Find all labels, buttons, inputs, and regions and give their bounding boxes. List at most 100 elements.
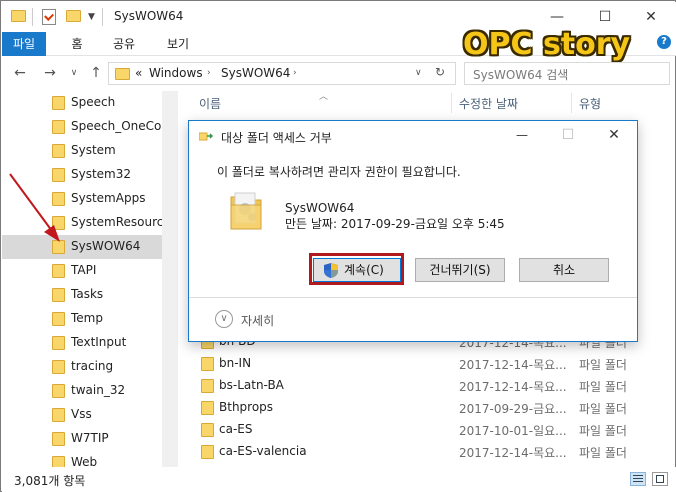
details-view-icon[interactable] xyxy=(630,472,646,486)
large-folder-icon xyxy=(230,192,262,230)
tab-home[interactable]: 홈 xyxy=(62,32,92,56)
sidebar-item[interactable]: TAPI xyxy=(2,259,162,283)
sidebar-item-label: Tasks xyxy=(71,287,104,301)
chevron-right-icon[interactable]: › xyxy=(207,68,211,78)
sidebar-item-label: Web xyxy=(71,455,98,467)
divider xyxy=(32,8,33,26)
sidebar-item[interactable]: SysWOW64 xyxy=(2,235,162,259)
column-separator[interactable] xyxy=(451,93,452,113)
properties-icon[interactable] xyxy=(42,9,56,25)
sidebar-item[interactable]: Vss xyxy=(2,403,162,427)
folder-icon xyxy=(115,68,130,80)
uac-shield-icon xyxy=(324,263,338,278)
address-bar[interactable]: « Windows › SysWOW64 › ∨ ↻ xyxy=(108,62,456,85)
folder-icon xyxy=(201,379,214,393)
cancel-button[interactable]: 취소 xyxy=(519,258,609,282)
folder-icon xyxy=(52,144,65,158)
sidebar-item[interactable]: Tasks xyxy=(2,283,162,307)
sidebar-item[interactable]: System xyxy=(2,139,162,163)
file-row[interactable]: bs-Latn-BA 2017-12-14-목요... 파일 폴더 xyxy=(179,375,675,397)
continue-button[interactable]: 계속(C) xyxy=(313,258,401,282)
folder-icon xyxy=(52,288,65,302)
sidebar-item[interactable]: Web xyxy=(2,451,162,467)
sidebar-item-label: TextInput xyxy=(71,335,127,349)
file-row[interactable]: ca-ES 2017-10-01-일요... 파일 폴더 xyxy=(179,419,675,441)
back-button[interactable]: ← xyxy=(10,63,30,83)
folder-icon xyxy=(52,456,65,467)
sidebar-item-label: Speech_OneCore xyxy=(71,119,162,133)
sidebar-item[interactable]: Temp xyxy=(2,307,162,331)
sidebar-item[interactable]: twain_32 xyxy=(2,379,162,403)
sidebar-item[interactable]: SystemApps xyxy=(2,187,162,211)
sidebar-item[interactable]: tracing xyxy=(2,355,162,379)
search-input[interactable]: SysWOW64 검색 xyxy=(464,62,670,85)
refresh-icon[interactable]: ↻ xyxy=(435,65,445,79)
breadcrumb-windows[interactable]: Windows xyxy=(149,66,203,80)
tab-file[interactable]: 파일 xyxy=(2,32,46,56)
sidebar-item-label: tracing xyxy=(71,359,114,373)
dialog-maximize-button: ☐ xyxy=(561,127,575,143)
continue-button-label: 계속(C) xyxy=(344,263,384,277)
recent-locations-button[interactable]: ∨ xyxy=(64,63,84,83)
dialog-minimize-button[interactable]: — xyxy=(499,121,545,149)
folder-created-date: 만든 날짜: 2017-09-29-금요일 오후 5:45 xyxy=(285,217,505,231)
column-separator[interactable] xyxy=(571,93,572,113)
folder-icon xyxy=(201,445,214,459)
file-date: 2017-09-29-금요... xyxy=(459,402,567,416)
column-type[interactable]: 유형 xyxy=(579,95,601,112)
file-row[interactable]: Bthprops 2017-09-29-금요... 파일 폴더 xyxy=(179,397,675,419)
file-row[interactable]: bn-IN 2017-12-14-목요... 파일 폴더 xyxy=(179,353,675,375)
navigation-pane-scrollbar[interactable] xyxy=(162,91,178,467)
navigation-pane: Speech Speech_OneCore System System32 System… xyxy=(2,91,162,467)
breadcrumb-overflow[interactable]: « xyxy=(135,66,142,80)
sidebar-item-label: System32 xyxy=(71,167,132,181)
address-dropdown-icon[interactable]: ∨ xyxy=(415,68,422,78)
navigation-bar: ← → ∨ ↑ « Windows › SysWOW64 › ∨ ↻ SysWO… xyxy=(2,57,676,91)
folder-icon xyxy=(52,408,65,422)
file-type: 파일 폴더 xyxy=(579,446,627,460)
file-row[interactable]: ca-ES-valencia 2017-12-14-목요... 파일 폴더 xyxy=(179,441,675,463)
sort-ascending-icon: ︿ xyxy=(319,92,329,102)
sidebar-item[interactable]: System32 xyxy=(2,163,162,187)
dialog-divider xyxy=(189,297,637,298)
sidebar-item[interactable]: TextInput xyxy=(2,331,162,355)
folder-icon xyxy=(52,432,65,446)
folder-icon xyxy=(52,216,65,230)
sidebar-item-label: W7TIP xyxy=(71,431,109,445)
sidebar-item[interactable]: Speech xyxy=(2,91,162,115)
sidebar-item[interactable]: SystemResources xyxy=(2,211,162,235)
chevron-down-icon[interactable]: ∨ xyxy=(215,310,233,328)
up-button[interactable]: ↑ xyxy=(86,63,106,83)
folder-icon xyxy=(52,120,65,134)
help-icon[interactable]: ? xyxy=(657,35,671,49)
tab-share[interactable]: 공유 xyxy=(104,32,144,56)
column-date[interactable]: 수정한 날짜 xyxy=(459,95,518,112)
dialog-title: 대상 폴더 액세스 거부 xyxy=(221,131,332,145)
new-folder-icon[interactable] xyxy=(66,10,81,22)
sidebar-item[interactable]: W7TIP xyxy=(2,427,162,451)
column-name[interactable]: 이름 xyxy=(199,95,221,112)
dialog-close-button[interactable]: ✕ xyxy=(591,121,637,149)
folder-icon xyxy=(201,423,214,437)
tab-view[interactable]: 보기 xyxy=(158,32,198,56)
sidebar-item[interactable]: Speech_OneCore xyxy=(2,115,162,139)
skip-button[interactable]: 건너뛰기(S) xyxy=(415,258,505,282)
customize-toolbar-icon[interactable]: ▼ xyxy=(88,12,95,22)
file-name: ca-ES xyxy=(219,422,253,436)
copy-icon xyxy=(199,132,213,141)
status-bar: 3,081개 항목 xyxy=(2,467,676,492)
folder-icon xyxy=(52,312,65,326)
chevron-right-icon[interactable]: › xyxy=(293,68,297,78)
forward-button[interactable]: → xyxy=(40,63,60,83)
folder-icon xyxy=(201,357,214,371)
large-icons-view-icon[interactable] xyxy=(652,472,668,486)
details-toggle[interactable]: 자세히 xyxy=(241,312,274,329)
file-type: 파일 폴더 xyxy=(579,402,627,416)
file-name: bn-IN xyxy=(219,356,252,370)
file-name: Bthprops xyxy=(219,400,274,414)
sidebar-item-label: SysWOW64 xyxy=(71,239,141,253)
sidebar-item-label: Temp xyxy=(71,311,103,325)
close-button[interactable]: ✕ xyxy=(628,2,674,32)
sidebar-item-label: SystemResources xyxy=(71,215,162,229)
breadcrumb-syswow64[interactable]: SysWOW64 xyxy=(221,66,290,80)
